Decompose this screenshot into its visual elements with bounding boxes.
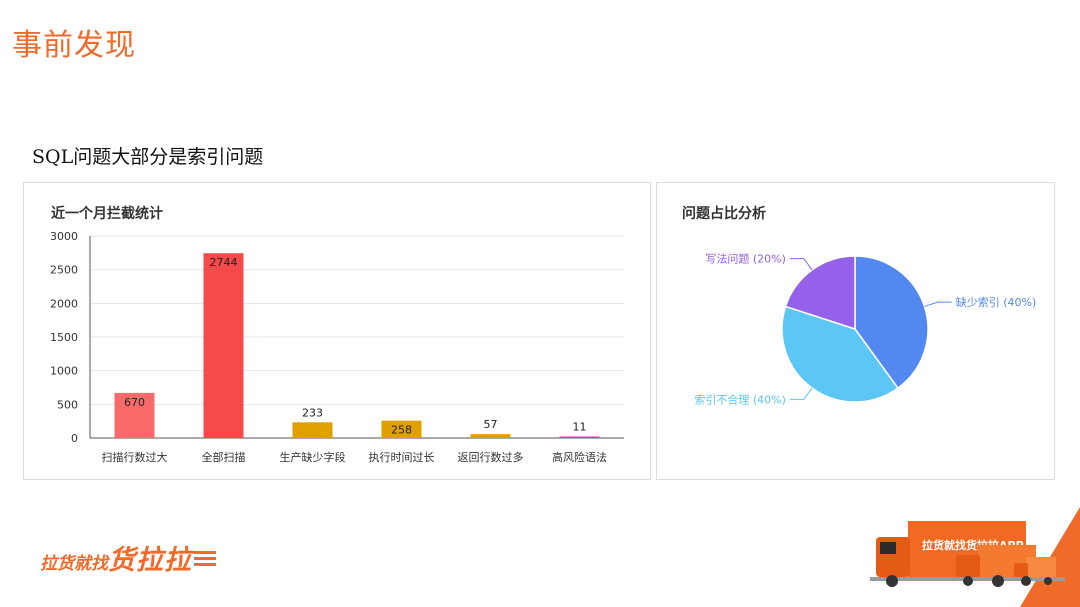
bar bbox=[559, 436, 600, 438]
x-tick-label: 全部扫描 bbox=[202, 450, 246, 464]
truck-wheel bbox=[992, 575, 1004, 587]
bar bbox=[292, 422, 333, 438]
y-tick-label: 2000 bbox=[50, 297, 78, 310]
trucks-illustration: 拉货就找货拉拉APP bbox=[870, 507, 1080, 607]
slide-subtitle: SQL问题大部分是索引问题 bbox=[32, 146, 264, 168]
bar-value-label: 258 bbox=[391, 424, 412, 437]
truck-wheel bbox=[963, 576, 973, 586]
pie-leader-line bbox=[789, 387, 813, 400]
pie-slice-label: 写法问题 (20%) bbox=[705, 252, 786, 266]
truck-cab-medium bbox=[956, 555, 980, 577]
x-tick-label: 高风险语法 bbox=[552, 450, 607, 464]
x-tick-label: 扫描行数过大 bbox=[102, 450, 168, 464]
truck-wheel bbox=[1021, 576, 1031, 586]
bar-value-label: 233 bbox=[302, 406, 323, 419]
x-tick-label: 生产缺少字段 bbox=[280, 450, 346, 464]
pie-chart: 缺少索引 (40%) 索引不合理 (40%) 写法问题 (20%) bbox=[694, 252, 1037, 407]
y-tick-label: 0 bbox=[71, 432, 78, 445]
x-tick-label: 返回行数过多 bbox=[458, 450, 524, 464]
truck-wheel bbox=[886, 575, 898, 587]
y-tick-label: 500 bbox=[57, 398, 78, 411]
bar bbox=[203, 253, 244, 438]
y-tick-label: 2500 bbox=[50, 264, 78, 277]
logo-big-text: 货拉拉 bbox=[108, 545, 192, 576]
x-tick-label: 执行时间过长 bbox=[369, 450, 435, 464]
bar-value-label: 11 bbox=[573, 421, 587, 434]
slide-title: 事前发现 bbox=[12, 28, 136, 63]
pie-leader-line bbox=[789, 258, 813, 271]
brand-logo: 拉货就找货拉拉 bbox=[40, 538, 216, 577]
pie-slice-label: 索引不合理 (40%) bbox=[694, 392, 786, 406]
truck-window-large bbox=[880, 542, 896, 554]
bar-value-label: 670 bbox=[124, 396, 145, 409]
truck-cargo-small bbox=[1026, 557, 1056, 577]
truck-wheel bbox=[1044, 577, 1052, 585]
bar-value-label: 2744 bbox=[210, 256, 238, 269]
bar-chart: 0 500 1000 1500 2000 2500 3000 670 扫描行数过大 2744 全部扫… bbox=[50, 230, 624, 464]
truck-cab-small bbox=[1014, 563, 1028, 577]
bar bbox=[470, 434, 511, 438]
bar-chart-panel: 近一个月拦截统计 0 500 1000 1500 2000 2500 3000 670 扫描行数… bbox=[23, 182, 651, 480]
pie-chart-panel: 问题占比分析 缺少索引 (40%) 索引不合理 (40%) 写法问题 (20%) bbox=[656, 182, 1055, 480]
pie-slice-label: 缺少索引 (40%) bbox=[956, 295, 1037, 309]
y-tick-label: 1000 bbox=[50, 365, 78, 378]
pie-leader-line bbox=[924, 301, 952, 307]
y-tick-label: 3000 bbox=[50, 230, 78, 243]
bar-value-label: 57 bbox=[484, 418, 498, 431]
logo-small-text: 拉货就找 bbox=[40, 554, 108, 574]
logo-stripes bbox=[194, 551, 216, 567]
y-tick-label: 1500 bbox=[50, 331, 78, 344]
